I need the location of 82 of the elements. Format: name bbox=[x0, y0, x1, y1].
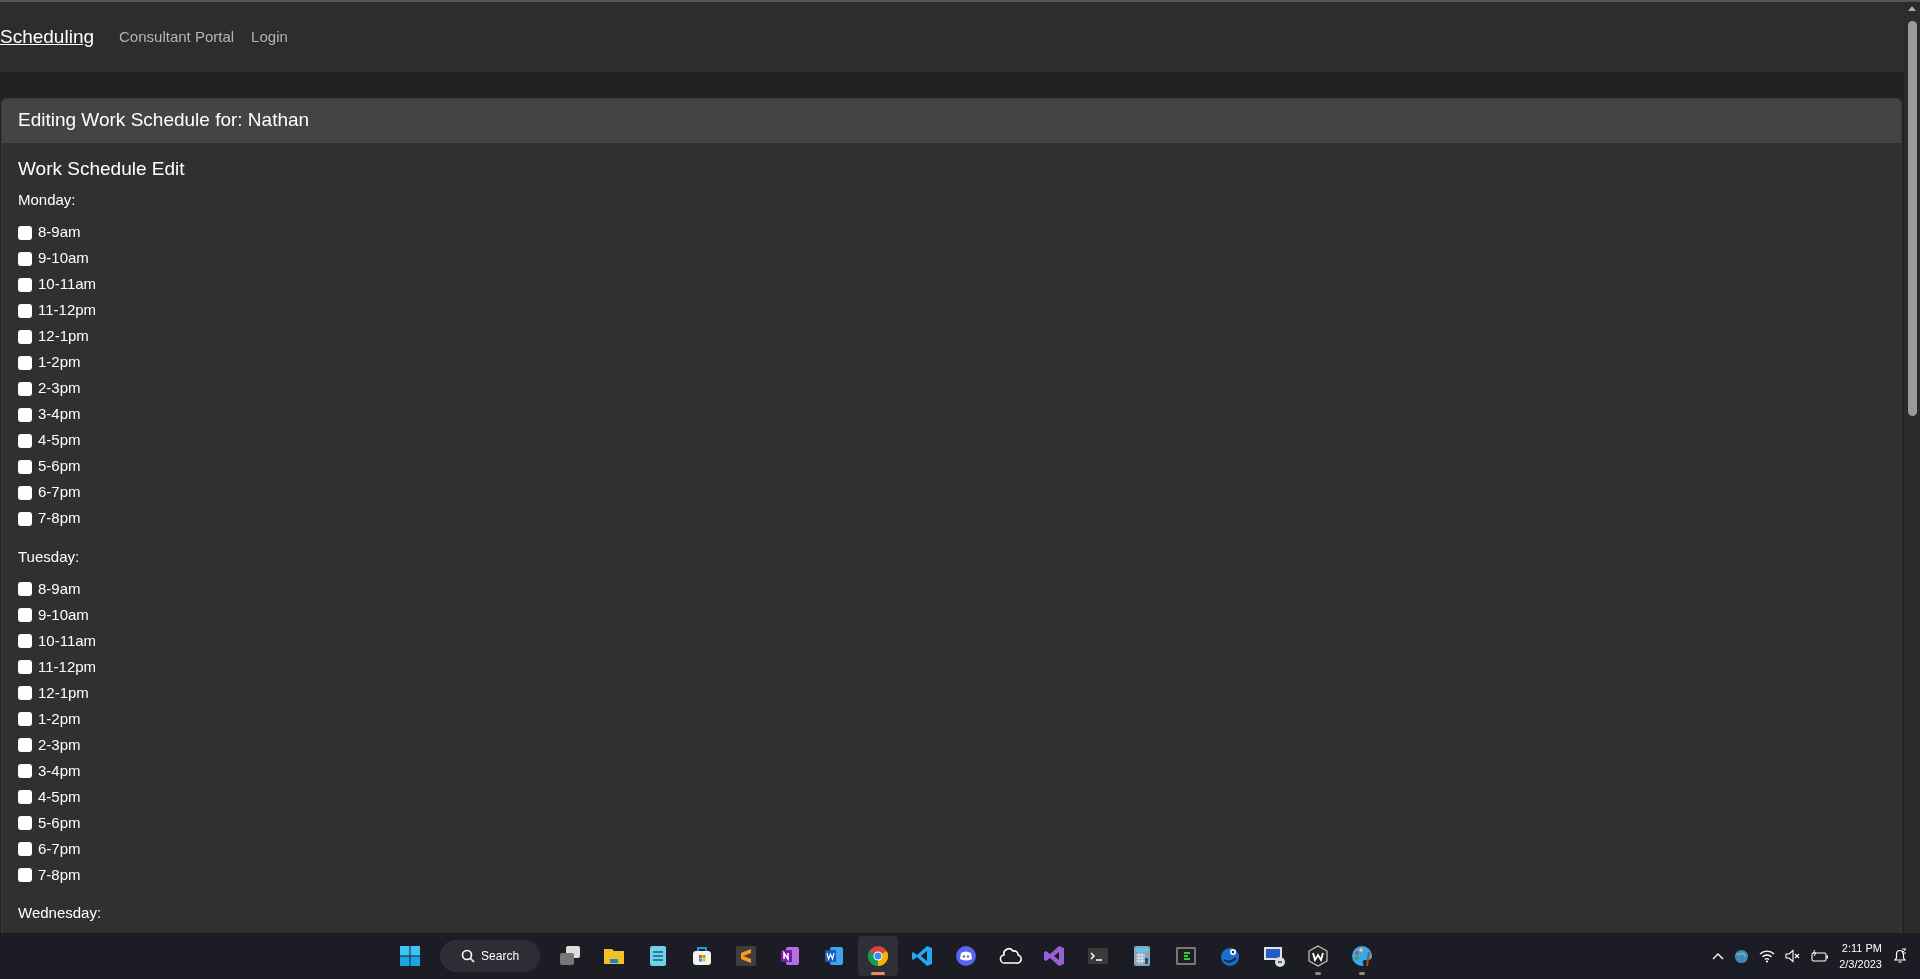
time-slot-checkbox[interactable] bbox=[18, 842, 32, 856]
time-slot-label[interactable]: 11-12pm bbox=[38, 299, 97, 322]
brand-link[interactable]: Scheduling bbox=[0, 22, 95, 52]
time-slot-checkbox[interactable] bbox=[18, 511, 32, 526]
chat-bubble-icon bbox=[954, 944, 979, 968]
time-slot-label[interactable]: 3-4pm bbox=[38, 403, 81, 426]
time-slot-checkbox[interactable] bbox=[18, 686, 32, 700]
nav-link[interactable]: Consultant Portal bbox=[119, 25, 235, 49]
time-slot-checkbox[interactable] bbox=[18, 816, 32, 830]
time-slot-label[interactable]: 1-2pm bbox=[38, 707, 81, 731]
time-slot-label[interactable]: 5-6pm bbox=[38, 455, 81, 478]
computer-monitor-icon bbox=[1262, 944, 1287, 968]
day-label: Wednesday: bbox=[18, 903, 103, 923]
time-slot-label[interactable]: 11-12pm bbox=[38, 655, 97, 679]
time-slot-checkbox[interactable] bbox=[18, 608, 32, 622]
time-slot-checkbox[interactable] bbox=[18, 634, 32, 648]
scrollbar-thumb[interactable] bbox=[1907, 21, 1917, 416]
card-header: Editing Work Schedule for: Nathan bbox=[2, 99, 1901, 143]
time-slot-checkbox[interactable] bbox=[18, 355, 32, 370]
time-slot-checkbox[interactable] bbox=[18, 303, 32, 318]
time-slot-checkbox[interactable] bbox=[18, 485, 32, 500]
clock[interactable]: 2:11 PM 2/3/2023 bbox=[1839, 940, 1882, 972]
running-indicator bbox=[871, 972, 886, 975]
battery-charging-icon[interactable] bbox=[1811, 949, 1830, 963]
time-slot-checkbox[interactable] bbox=[18, 868, 32, 882]
time-slot-label[interactable]: 6-7pm bbox=[38, 481, 81, 504]
time-slot-checkbox[interactable] bbox=[18, 251, 32, 266]
windows-logo-icon bbox=[398, 944, 423, 968]
taskbar-app-button[interactable] bbox=[858, 936, 899, 976]
nav-link[interactable]: Login bbox=[251, 25, 288, 49]
time-slot-checkbox[interactable] bbox=[18, 381, 32, 396]
time-slot-label[interactable]: 9-10am bbox=[38, 247, 89, 270]
time-slot-label[interactable]: 2-3pm bbox=[38, 733, 81, 757]
time-slot-checkbox[interactable] bbox=[18, 712, 32, 726]
time-slot-checkbox[interactable] bbox=[18, 790, 32, 804]
running-indicator bbox=[1315, 972, 1322, 975]
time-slot-checkbox[interactable] bbox=[18, 407, 32, 422]
time-slot-label[interactable]: 2-3pm bbox=[38, 377, 81, 400]
time-slot-label[interactable]: 3-4pm bbox=[38, 759, 81, 783]
search-icon bbox=[461, 949, 476, 963]
day-label: Tuesday: bbox=[18, 546, 81, 567]
time-slot-checkbox[interactable] bbox=[18, 459, 32, 474]
time-slot-checkbox[interactable] bbox=[18, 660, 32, 674]
running-indicator bbox=[1359, 972, 1366, 975]
time-slot-checkbox[interactable] bbox=[18, 433, 32, 448]
time-slot-checkbox[interactable] bbox=[18, 329, 32, 344]
notification-bell-icon[interactable] bbox=[1892, 948, 1908, 964]
day-label: Monday: bbox=[18, 190, 77, 210]
code-editor-icon bbox=[910, 944, 935, 968]
time-slot-label[interactable]: 10-11am bbox=[38, 273, 97, 296]
chevron-up-icon[interactable] bbox=[1712, 952, 1725, 960]
window-stack-icon bbox=[558, 944, 583, 968]
time-slot-label[interactable]: 8-9am bbox=[38, 221, 81, 244]
console-window-icon bbox=[1174, 944, 1199, 968]
w-badge-icon bbox=[1306, 944, 1331, 968]
scroll-up-icon[interactable] bbox=[1908, 6, 1916, 11]
scrollbar[interactable] bbox=[1904, 2, 1920, 933]
browser-logo-icon bbox=[866, 944, 891, 968]
time-slot-checkbox[interactable] bbox=[18, 225, 32, 240]
time-slot-checkbox[interactable] bbox=[18, 582, 32, 596]
globe-icon[interactable] bbox=[1734, 948, 1750, 964]
time-slot-label[interactable]: 4-5pm bbox=[38, 785, 81, 809]
time-slot-label[interactable]: 1-2pm bbox=[38, 351, 81, 374]
speaker-muted-icon[interactable] bbox=[1785, 949, 1802, 963]
time-slot-label[interactable]: 12-1pm bbox=[38, 325, 89, 348]
time-slot-checkbox[interactable] bbox=[18, 764, 32, 778]
time-slot-checkbox[interactable] bbox=[18, 277, 32, 292]
time-slot-label[interactable]: 9-10am bbox=[38, 603, 89, 627]
wifi-icon[interactable] bbox=[1759, 949, 1776, 963]
s-logo-icon bbox=[734, 944, 759, 968]
time-slot-checkbox[interactable] bbox=[18, 738, 32, 752]
time-slot-label[interactable]: 4-5pm bbox=[38, 429, 81, 452]
time-slot-label[interactable]: 12-1pm bbox=[38, 681, 89, 705]
time-slot-label[interactable]: 7-8pm bbox=[38, 863, 81, 887]
section-title: Work Schedule Edit bbox=[18, 156, 186, 181]
time-slot-label[interactable]: 5-6pm bbox=[38, 811, 81, 835]
paint-palette-icon bbox=[1350, 944, 1375, 968]
time-slot-label[interactable]: 7-8pm bbox=[38, 507, 81, 530]
search-button[interactable]: Search bbox=[440, 940, 541, 972]
time-slot-label[interactable]: 6-7pm bbox=[38, 837, 81, 861]
time-slot-label[interactable]: 8-9am bbox=[38, 577, 81, 601]
time-slot-label[interactable]: 10-11am bbox=[38, 629, 97, 653]
